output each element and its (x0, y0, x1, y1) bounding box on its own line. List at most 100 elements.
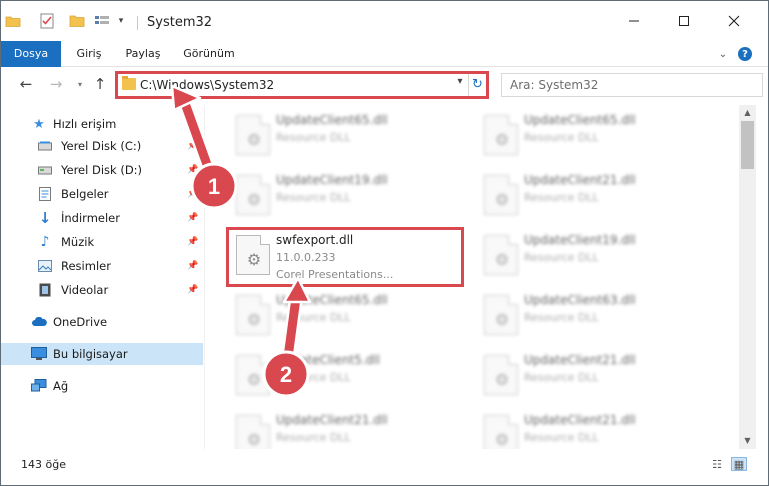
sidebar-item-label: İndirmeler (61, 211, 120, 225)
gear-icon: ⚙ (494, 129, 510, 149)
file-name: UpdateClient5.dll (276, 353, 380, 367)
sidebar-item-network[interactable]: Ağ (1, 375, 203, 397)
forward-arrow-icon[interactable]: → (45, 73, 67, 95)
file-item[interactable]: ⚙ UpdateClient19.dll Resource DLL (226, 167, 462, 225)
recent-locations-icon[interactable]: ▾ (69, 73, 91, 95)
sidebar-item-pictures[interactable]: Resimler 📌 (1, 255, 203, 277)
file-item[interactable]: ⚙ UpdateClient65.dll Resource DLL (474, 107, 710, 165)
highlight-box (226, 227, 464, 287)
computer-icon (31, 346, 47, 362)
file-type: Resource DLL (524, 251, 599, 264)
star-icon: ★ (33, 116, 45, 132)
file-item[interactable]: ⚙ UpdateClient65.dll Resource DLL (226, 287, 462, 345)
close-button[interactable] (711, 1, 757, 41)
dll-file-icon: ⚙ (484, 115, 518, 155)
file-item[interactable]: ⚙ UpdateClient21.dll Resource DLL (474, 167, 710, 225)
file-name: UpdateClient65.dll (276, 113, 388, 127)
file-type: Resource DLL (524, 191, 599, 204)
documents-icon (37, 186, 53, 202)
sidebar-item-documents[interactable]: Belgeler 📌 (1, 183, 203, 205)
gear-icon: ⚙ (494, 309, 510, 329)
sidebar-item-quick-access[interactable]: ★ Hızlı erişim (1, 113, 203, 135)
file-name: UpdateClient19.dll (276, 173, 388, 187)
dll-file-icon: ⚙ (484, 415, 518, 449)
help-button[interactable]: ? (735, 41, 755, 67)
sidebar-item-label: Ağ (53, 379, 69, 393)
file-name: UpdateClient19.dll (524, 233, 636, 247)
file-list: ⚙ UpdateClient65.dll Resource DLL ⚙ Upda… (206, 105, 738, 449)
refresh-icon[interactable]: ↻ (468, 74, 486, 96)
gear-icon: ⚙ (246, 429, 262, 449)
sidebar-item-local-disk-d[interactable]: Yerel Disk (D:) 📌 (1, 159, 203, 181)
pin-icon: 📌 (187, 237, 199, 247)
file-item[interactable]: ⚙ UpdateClient21.dll Resource DLL (226, 407, 462, 449)
scroll-thumb[interactable] (741, 121, 754, 169)
tab-share[interactable]: Paylaş (117, 41, 169, 67)
file-type: Resource DLL (276, 191, 351, 204)
pin-icon: 📌 (187, 189, 199, 199)
file-name: UpdateClient65.dll (524, 113, 636, 127)
gear-icon: ⚙ (494, 369, 510, 389)
maximize-button[interactable] (661, 1, 707, 41)
address-bar[interactable]: C:\Windows\System32 ▾ ↻ (115, 71, 489, 99)
pane-divider[interactable] (204, 105, 205, 449)
sidebar-item-local-disk-c[interactable]: Yerel Disk (C:) 📌 (1, 135, 203, 157)
drive-icon (37, 162, 53, 178)
file-type: Resource DLL (524, 311, 599, 324)
network-icon (31, 378, 47, 394)
new-folder-icon[interactable] (65, 1, 89, 41)
file-type: Resource DLL (276, 431, 351, 444)
file-item[interactable]: ⚙ UpdateClient5.dll Resource DLL (226, 347, 462, 405)
ribbon-tabs: Dosya Giriş Paylaş Görünüm ⌄ ? (1, 41, 768, 67)
chevron-down-icon[interactable]: ▾ (453, 76, 467, 94)
vertical-scrollbar[interactable]: ▲ ▼ (739, 105, 756, 449)
properties-icon[interactable] (35, 1, 59, 41)
sidebar-item-label: Müzik (61, 235, 95, 249)
sidebar-item-onedrive[interactable]: OneDrive (1, 311, 203, 333)
dll-file-icon: ⚙ (236, 175, 270, 215)
tab-home[interactable]: Giriş (67, 41, 111, 67)
file-type: Resource DLL (276, 131, 351, 144)
pin-icon: 📌 (187, 213, 199, 223)
file-item[interactable]: ⚙ UpdateClient65.dll Resource DLL (226, 107, 462, 165)
file-item[interactable]: ⚙ UpdateClient21.dll Resource DLL (474, 347, 710, 405)
view-menu-icon[interactable] (91, 1, 113, 41)
drive-icon (37, 138, 53, 154)
minimize-button[interactable] (611, 1, 657, 41)
file-type: Resource DLL (524, 131, 599, 144)
file-name: UpdateClient21.dll (276, 413, 388, 427)
back-arrow-icon[interactable]: ← (15, 73, 37, 95)
tiles-view-icon[interactable]: ▦ (731, 457, 747, 471)
customize-toolbar-icon[interactable]: ▾ (113, 1, 129, 41)
gear-icon: ⚙ (246, 189, 262, 209)
sidebar-item-downloads[interactable]: ↓ İndirmeler 📌 (1, 207, 203, 229)
tab-view[interactable]: Görünüm (177, 41, 241, 67)
sidebar-item-music[interactable]: ♪ Müzik 📌 (1, 231, 203, 253)
search-input[interactable]: Ara: System32 (501, 73, 763, 97)
gear-icon: ⚙ (494, 429, 510, 449)
file-item[interactable]: ⚙ UpdateClient21.dll Resource DLL (474, 407, 710, 449)
sidebar-item-label: Yerel Disk (C:) (61, 139, 142, 153)
tab-file[interactable]: Dosya (1, 41, 61, 67)
sidebar-item-videos[interactable]: Videolar 📌 (1, 279, 203, 301)
window-title: System32 (147, 15, 213, 30)
sidebar-item-label: OneDrive (53, 315, 108, 329)
up-arrow-icon[interactable]: ↑ (89, 73, 111, 95)
file-item[interactable]: ⚙ UpdateClient19.dll Resource DLL (474, 227, 710, 285)
expand-ribbon-icon[interactable]: ⌄ (713, 41, 733, 67)
dll-file-icon: ⚙ (484, 175, 518, 215)
sidebar-item-this-pc[interactable]: Bu bilgisayar (1, 343, 203, 365)
music-icon: ♪ (40, 234, 50, 250)
scroll-down-icon[interactable]: ▼ (739, 433, 756, 449)
navigation-bar: ← → ▾ ↑ C:\Windows\System32 ▾ ↻ Ara: Sys… (1, 67, 768, 103)
folder-icon (3, 1, 23, 41)
help-icon: ? (738, 47, 752, 61)
dll-file-icon: ⚙ (484, 295, 518, 335)
scroll-up-icon[interactable]: ▲ (739, 105, 756, 121)
details-view-icon[interactable]: ☷ (709, 457, 725, 471)
dll-file-icon: ⚙ (236, 295, 270, 335)
file-name: UpdateClient21.dll (524, 413, 636, 427)
gear-icon: ⚙ (246, 129, 262, 149)
file-item[interactable]: ⚙ UpdateClient63.dll Resource DLL (474, 287, 710, 345)
file-name: UpdateClient21.dll (524, 173, 636, 187)
